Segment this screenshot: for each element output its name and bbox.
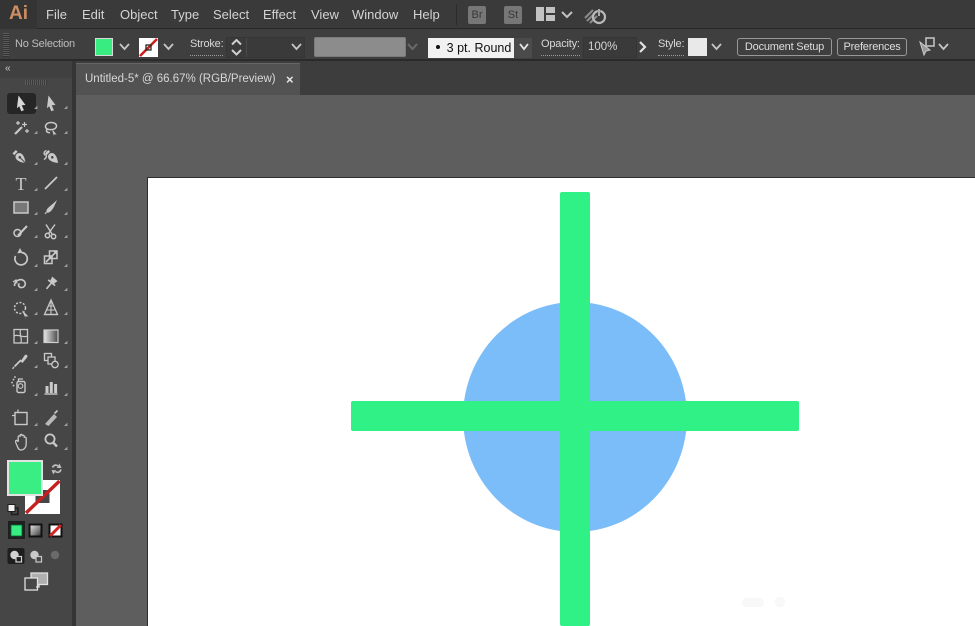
svg-text:T: T (16, 174, 27, 194)
